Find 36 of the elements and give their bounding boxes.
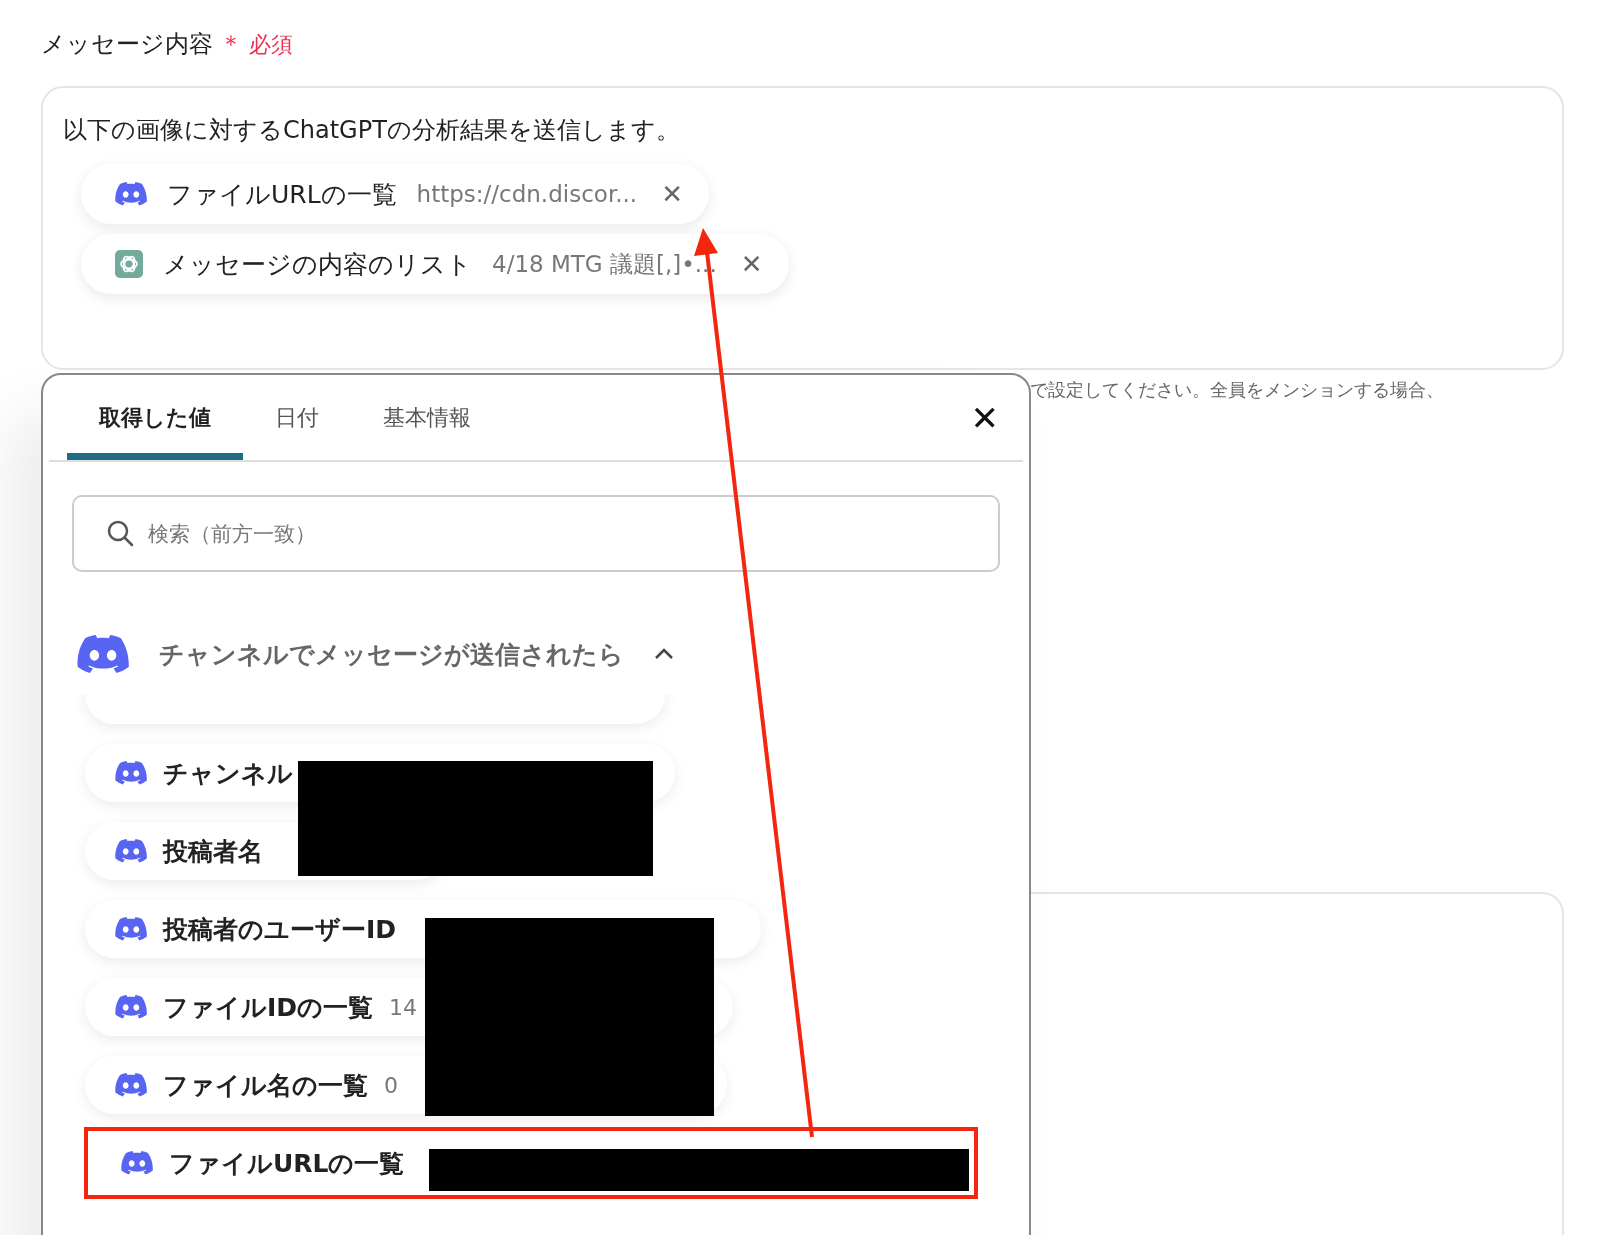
helper-text: で設定してください。全員をメンションする場合、 <box>1030 379 1444 400</box>
game-controller-icon <box>115 761 147 785</box>
tab[interactable]: 日付 <box>243 375 351 460</box>
item-label: ファイルURLの一覧 <box>169 1147 405 1180</box>
remove-button[interactable]: ✕ <box>736 249 767 279</box>
game-controller-icon <box>77 634 129 674</box>
variable-chip[interactable]: ファイルURLの一覧 https://cdn.discor... ✕ <box>81 164 709 224</box>
close-button[interactable]: ✕ <box>964 396 1005 439</box>
field-label: メッセージ内容 <box>41 29 213 60</box>
group-title: チャンネルでメッセージが送信されたら <box>159 638 624 671</box>
game-controller-icon <box>115 995 147 1019</box>
message-text: 以下の画像に対するChatGPTの分析結果を送信します。 <box>63 115 681 146</box>
required-asterisk: ＊ <box>219 29 243 60</box>
item-label: チャンネル <box>163 757 293 790</box>
chip-label: メッセージの内容のリスト <box>163 248 472 281</box>
item-label: ファイルIDの一覧 <box>163 991 374 1024</box>
chip-value: https://cdn.discor... <box>416 181 638 207</box>
search-icon <box>106 519 134 547</box>
group-header[interactable]: チャンネルでメッセージが送信されたら <box>77 624 1029 684</box>
required-label: 必須 <box>249 31 293 59</box>
knot-icon <box>115 250 143 278</box>
item-value: 0 <box>384 1072 398 1098</box>
remove-button[interactable]: ✕ <box>657 179 687 209</box>
item-label: ファイル名の一覧 <box>163 1069 368 1102</box>
game-controller-icon <box>115 917 147 941</box>
game-controller-icon <box>121 1151 153 1175</box>
tab[interactable]: 基本情報 <box>351 375 503 460</box>
item-label: 投稿者のユーザーID <box>163 913 397 946</box>
item-value: 14 <box>389 994 418 1020</box>
chip-label: ファイルURLの一覧 <box>167 178 397 211</box>
item-label: 投稿者名 <box>163 835 263 868</box>
game-controller-icon <box>115 182 147 206</box>
game-controller-icon <box>115 839 147 863</box>
search-field[interactable]: 検索（前方一致） <box>72 495 1000 572</box>
tab[interactable]: 取得した値 <box>67 375 243 460</box>
game-controller-icon <box>115 1073 147 1097</box>
